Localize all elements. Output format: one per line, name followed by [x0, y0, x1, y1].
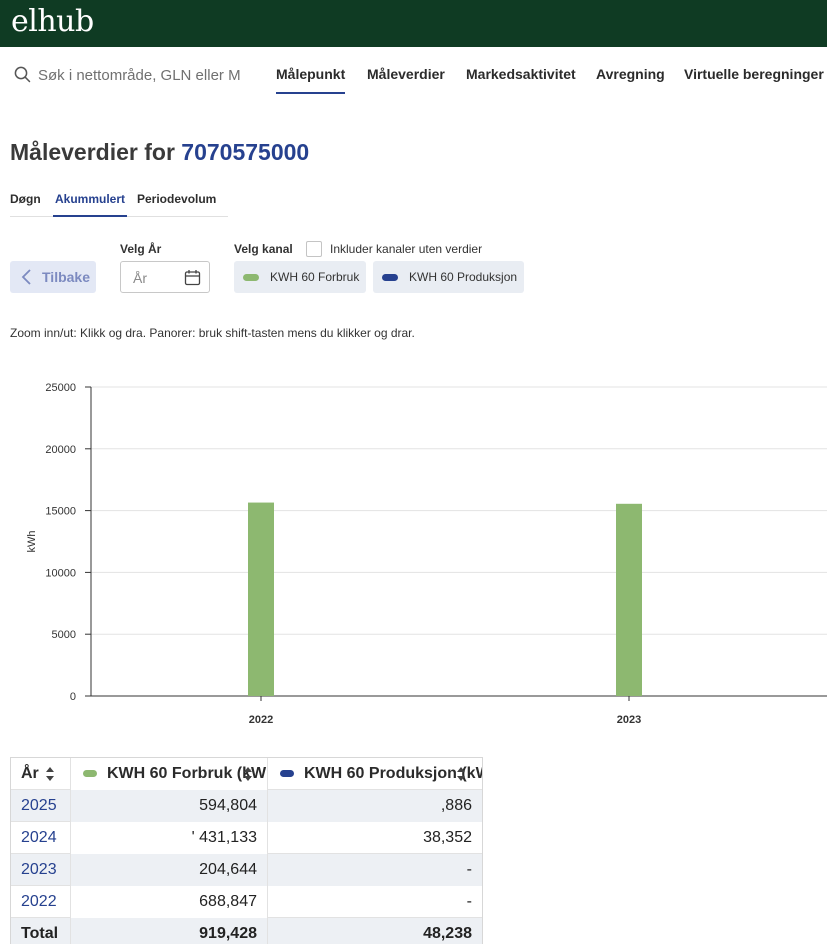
row-year[interactable]: 2023: [11, 854, 70, 886]
channel-label: Velg kanal: [234, 242, 293, 256]
top-bar: elhub: [0, 0, 827, 47]
row-forbruk: ' 431,133: [70, 822, 267, 854]
channel-chip-produksjon[interactable]: KWH 60 Produksjon: [373, 261, 524, 293]
tab-akummulert[interactable]: Akummulert: [52, 192, 128, 217]
col-header-year[interactable]: År: [11, 758, 70, 790]
x-tick-label: 2023: [617, 714, 641, 726]
nav-malepunkt[interactable]: Målepunkt: [276, 66, 346, 94]
include-empty-checkbox[interactable]: [306, 241, 322, 257]
row-forbruk: 688,847: [70, 886, 267, 918]
row-forbruk: 204,644: [70, 854, 267, 886]
include-empty-label: Inkluder kanaler uten verdier: [330, 242, 483, 256]
search-icon: [14, 66, 31, 83]
y-tick-label: 15000: [45, 506, 76, 518]
sort-icon[interactable]: [45, 766, 55, 782]
table-row: 2024 ' 431,133 38,352: [11, 822, 482, 854]
table-total-row: Total 919,428 48,238: [11, 918, 482, 944]
y-axis-label: kWh: [26, 531, 38, 553]
total-forbruk: 919,428: [70, 918, 267, 944]
nav-maleverdier[interactable]: Måleverdier: [367, 66, 445, 82]
sort-icon[interactable]: [243, 766, 253, 782]
row-year[interactable]: 2022: [11, 886, 70, 918]
nav-markedsaktivitet[interactable]: Markedsaktivitet: [466, 66, 576, 82]
y-tick-label: 0: [70, 691, 76, 703]
back-button[interactable]: Tilbake: [10, 261, 96, 293]
x-tick-label: 2022: [249, 714, 273, 726]
search-box[interactable]: [14, 64, 242, 86]
col-header-produksjon[interactable]: KWH 60 Produksjon (kWh): [267, 758, 482, 790]
channel-chip-forbruk[interactable]: KWH 60 Forbruk: [234, 261, 366, 293]
forbruk-legend-dot: [83, 770, 97, 777]
y-tick-label: 20000: [45, 444, 76, 456]
table-row: 2022 688,847 -: [11, 886, 482, 918]
row-produksjon: -: [267, 854, 482, 886]
total-produksjon: 48,238: [267, 918, 482, 944]
elhub-logo[interactable]: elhub: [11, 4, 94, 39]
col-header-forbruk[interactable]: KWH 60 Forbruk (kWh): [70, 758, 267, 790]
bar: [616, 503, 642, 696]
metering-point-id: 7070575000: [181, 139, 310, 165]
main-nav: Målepunkt Måleverdier Markedsaktivitet A…: [0, 47, 827, 103]
zoom-hint: Zoom inn/ut: Klikk og dra. Panorer: bruk…: [10, 326, 415, 340]
y-tick-label: 25000: [45, 382, 76, 394]
year-placeholder: År: [133, 270, 147, 286]
calendar-icon[interactable]: [184, 269, 201, 286]
bar: [248, 502, 274, 696]
nav-virtuelle-beregninger[interactable]: Virtuelle beregninger: [684, 66, 824, 82]
col-header-year-label: År: [21, 765, 39, 782]
accumulated-chart[interactable]: 0 5000 10000 15000 20000 25000 kWh 2022 2023: [0, 370, 827, 735]
row-year[interactable]: 2025: [11, 790, 70, 822]
row-produksjon: 38,352: [267, 822, 482, 854]
values-table: År KWH 60 Forbruk (kWh) KWH 60 Produksjo…: [10, 757, 483, 944]
produksjon-legend-dot: [280, 770, 294, 777]
chevron-left-icon: [21, 269, 31, 285]
y-tick-label: 5000: [52, 629, 76, 641]
row-produksjon: -: [267, 886, 482, 918]
forbruk-color-dot: [243, 274, 259, 281]
table-header-row: År KWH 60 Forbruk (kWh) KWH 60 Produksjo…: [11, 758, 482, 790]
total-label: Total: [21, 925, 59, 942]
view-tabs: Døgn Akummulert Periodevolum: [10, 190, 228, 217]
sort-icon[interactable]: [456, 766, 466, 782]
row-produksjon: ,886: [267, 790, 482, 822]
back-button-label: Tilbake: [42, 269, 90, 285]
page-title-prefix: Måleverdier for: [10, 139, 175, 165]
y-tick-label: 10000: [45, 567, 76, 579]
row-year[interactable]: 2024: [11, 822, 70, 854]
row-forbruk: 594,804: [70, 790, 267, 822]
tab-periodevolum[interactable]: Periodevolum: [137, 192, 216, 206]
tab-dogn[interactable]: Døgn: [10, 192, 41, 206]
table-row: 2025 594,804 ,886: [11, 790, 482, 822]
table-row: 2023 204,644 -: [11, 854, 482, 886]
year-label: Velg År: [120, 242, 162, 256]
produksjon-color-dot: [382, 274, 398, 281]
year-picker[interactable]: År: [120, 261, 210, 293]
channel-chip-produksjon-label: KWH 60 Produksjon: [409, 270, 518, 284]
page-title: Måleverdier for 7070575000: [10, 139, 309, 166]
channel-chip-forbruk-label: KWH 60 Forbruk: [270, 270, 360, 284]
search-input[interactable]: [38, 64, 242, 86]
nav-avregning[interactable]: Avregning: [596, 66, 665, 82]
